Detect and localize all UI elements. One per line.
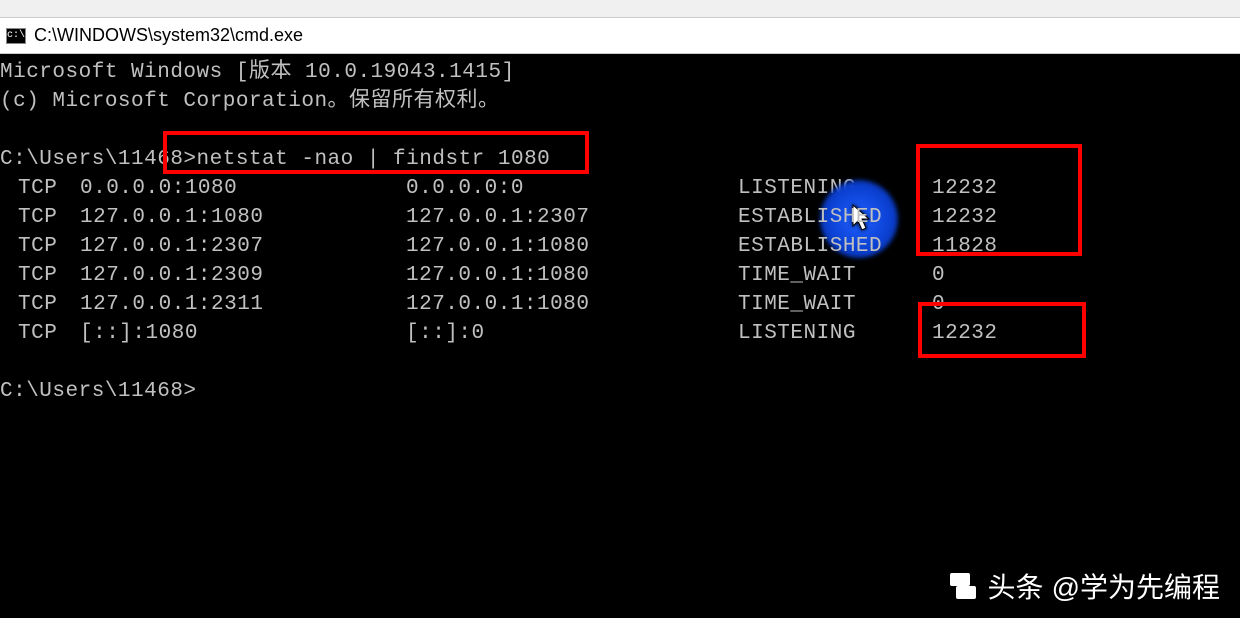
foreign-addr-cell: [::]:0	[406, 319, 738, 348]
table-row: TCP [::]:1080 [::]:0 LISTENING 12232	[0, 319, 1240, 348]
command-prompt-line: C:\Users\11468>netstat -nao | findstr 10…	[0, 145, 1240, 174]
proto-cell: TCP	[0, 203, 80, 232]
watermark-brand: 头条	[988, 566, 1044, 606]
proto-cell: TCP	[0, 174, 80, 203]
state-cell: TIME_WAIT	[738, 290, 932, 319]
proto-cell: TCP	[0, 319, 80, 348]
blank-line	[0, 116, 1240, 145]
proto-cell: TCP	[0, 261, 80, 290]
prompt-prefix: C:\Users\11468>	[0, 148, 197, 171]
cmd-icon: c:\	[6, 28, 26, 44]
state-cell: TIME_WAIT	[738, 261, 932, 290]
table-row: TCP 127.0.0.1:2307 127.0.0.1:1080 ESTABL…	[0, 232, 1240, 261]
pid-cell: 12232	[932, 319, 1052, 348]
state-cell: LISTENING	[738, 319, 932, 348]
watermark-handle: @学为先编程	[1052, 566, 1220, 606]
state-cell: ESTABLISHED	[738, 203, 932, 232]
prompt-line-2: C:\Users\11468>	[0, 377, 1240, 406]
foreign-addr-cell: 127.0.0.1:2307	[406, 203, 738, 232]
table-row: TCP 0.0.0.0:1080 0.0.0.0:0 LISTENING 122…	[0, 174, 1240, 203]
proto-cell: TCP	[0, 290, 80, 319]
state-cell: ESTABLISHED	[738, 232, 932, 261]
pid-cell: 12232	[932, 174, 1052, 203]
local-addr-cell: 127.0.0.1:1080	[80, 203, 406, 232]
command-text: netstat -nao | findstr 1080	[197, 148, 551, 171]
tab-bar	[0, 0, 1240, 18]
table-row: TCP 127.0.0.1:1080 127.0.0.1:2307 ESTABL…	[0, 203, 1240, 232]
proto-cell: TCP	[0, 232, 80, 261]
local-addr-cell: 127.0.0.1:2311	[80, 290, 406, 319]
local-addr-cell: 0.0.0.0:1080	[80, 174, 406, 203]
table-row: TCP 127.0.0.1:2311 127.0.0.1:1080 TIME_W…	[0, 290, 1240, 319]
table-row: TCP 127.0.0.1:2309 127.0.0.1:1080 TIME_W…	[0, 261, 1240, 290]
copyright-line: (c) Microsoft Corporation。保留所有权利。	[0, 87, 1240, 116]
window-title: C:\WINDOWS\system32\cmd.exe	[34, 25, 303, 46]
pid-cell: 12232	[932, 203, 1052, 232]
window-title-bar: c:\ C:\WINDOWS\system32\cmd.exe	[0, 18, 1240, 54]
watermark: 头条 @学为先编程	[946, 566, 1220, 606]
local-addr-cell: 127.0.0.1:2309	[80, 261, 406, 290]
foreign-addr-cell: 127.0.0.1:1080	[406, 290, 738, 319]
pid-cell: 0	[932, 290, 1052, 319]
blank-line	[0, 348, 1240, 377]
pid-cell: 0	[932, 261, 1052, 290]
foreign-addr-cell: 0.0.0.0:0	[406, 174, 738, 203]
local-addr-cell: [::]:1080	[80, 319, 406, 348]
toutiao-icon	[946, 569, 980, 603]
foreign-addr-cell: 127.0.0.1:1080	[406, 232, 738, 261]
terminal-area[interactable]: Microsoft Windows [版本 10.0.19043.1415] (…	[0, 54, 1240, 618]
foreign-addr-cell: 127.0.0.1:1080	[406, 261, 738, 290]
os-version-line: Microsoft Windows [版本 10.0.19043.1415]	[0, 58, 1240, 87]
local-addr-cell: 127.0.0.1:2307	[80, 232, 406, 261]
pid-cell: 11828	[932, 232, 1052, 261]
